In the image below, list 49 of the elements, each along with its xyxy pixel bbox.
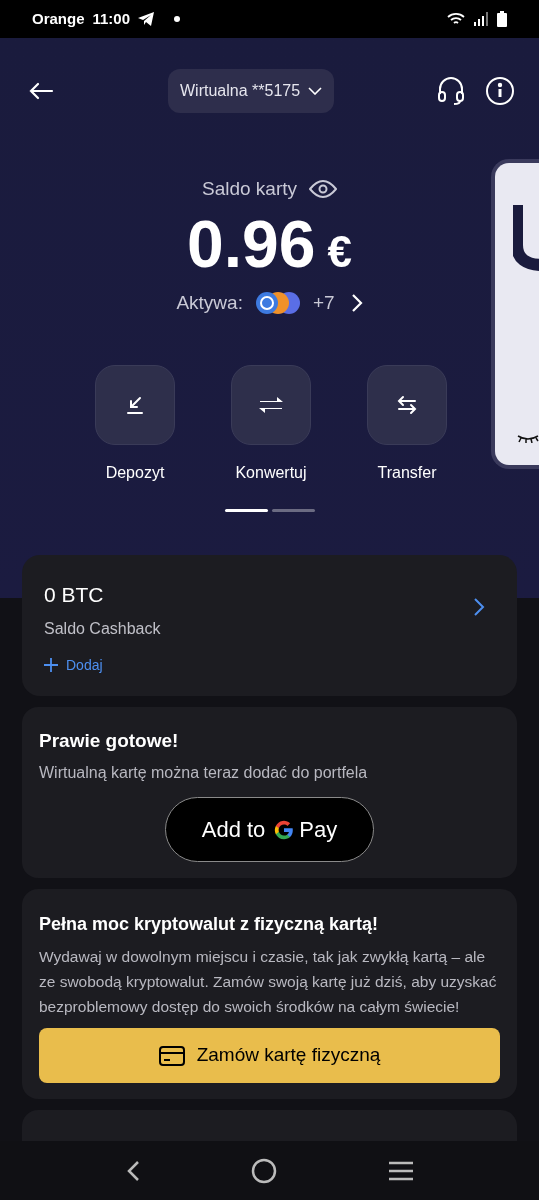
wallet-card-text: Wirtualną kartę można teraz dodać do portfela	[39, 763, 369, 783]
info-icon	[485, 76, 515, 106]
currency-symbol: €	[327, 225, 352, 278]
pay-text: Pay	[299, 816, 338, 844]
action-label: Depozyt	[105, 463, 165, 483]
carrier-name: Orange	[32, 8, 85, 29]
plus-icon	[44, 658, 58, 672]
assets-chevron-button[interactable]	[350, 292, 363, 313]
cashback-amount: 0 BTC	[44, 582, 105, 608]
assets-more-count: +7	[312, 290, 335, 315]
wallet-card-title: Prawie gotowe!	[39, 728, 180, 753]
cashback-label: Saldo Cashback	[44, 618, 161, 639]
google-g-icon	[273, 818, 296, 841]
recents-nav-button[interactable]	[387, 1160, 414, 1181]
battery-icon	[497, 11, 507, 27]
status-time: 11:00	[92, 8, 131, 29]
back-chevron-icon	[125, 1159, 140, 1182]
home-circle-icon	[250, 1157, 277, 1184]
add-to-google-pay-button[interactable]: Add to Pay	[165, 797, 374, 862]
back-nav-button[interactable]	[125, 1159, 140, 1182]
signal-icon	[473, 12, 489, 26]
action-label: Konwertuj	[235, 463, 307, 483]
show-balance-button[interactable]	[309, 180, 337, 199]
promo-title: Pełna moc kryptowalut z fizyczną kartą!	[39, 913, 380, 936]
transfer-arrows-icon	[395, 393, 419, 417]
cashback-card[interactable]: 0 BTC Saldo Cashback Dodaj	[22, 555, 517, 696]
dot-icon	[174, 16, 181, 22]
menu-icon	[387, 1160, 414, 1181]
chevron-right-icon	[350, 292, 363, 313]
credit-card-icon	[158, 1045, 185, 1066]
crypto-coins-icon	[254, 290, 301, 315]
assets-label: Aktywa:	[176, 290, 243, 315]
action-label: Transfer	[377, 463, 437, 483]
eye-icon	[309, 180, 337, 199]
info-button[interactable]	[485, 76, 515, 106]
paper-plane-icon	[138, 12, 155, 26]
headset-icon	[437, 76, 465, 106]
wifi-icon	[447, 12, 465, 26]
chevron-down-icon	[308, 87, 323, 95]
add-link[interactable]: Dodaj	[44, 654, 161, 676]
support-button[interactable]	[437, 76, 465, 106]
promo-text: Wydawaj w dowolnym miejscu i czasie, tak jak zwykłą kartą – ale ze swobodą kryptowalut. Zamów swoją kartę już dziś, aby uzyskać bezproblemowy dostęp do swoich środków na całym świecie!	[39, 947, 498, 1017]
chevron-right-icon	[473, 597, 485, 617]
home-nav-button[interactable]	[250, 1157, 277, 1184]
card-selector-dropdown[interactable]: Wirtualna **5175	[168, 69, 335, 113]
order-card-button[interactable]: Zamów kartę fizyczną	[39, 1028, 500, 1083]
card-balance-label: Saldo karty	[201, 177, 297, 201]
back-arrow-icon	[28, 81, 54, 101]
balance-amount: 0.96	[187, 207, 316, 280]
